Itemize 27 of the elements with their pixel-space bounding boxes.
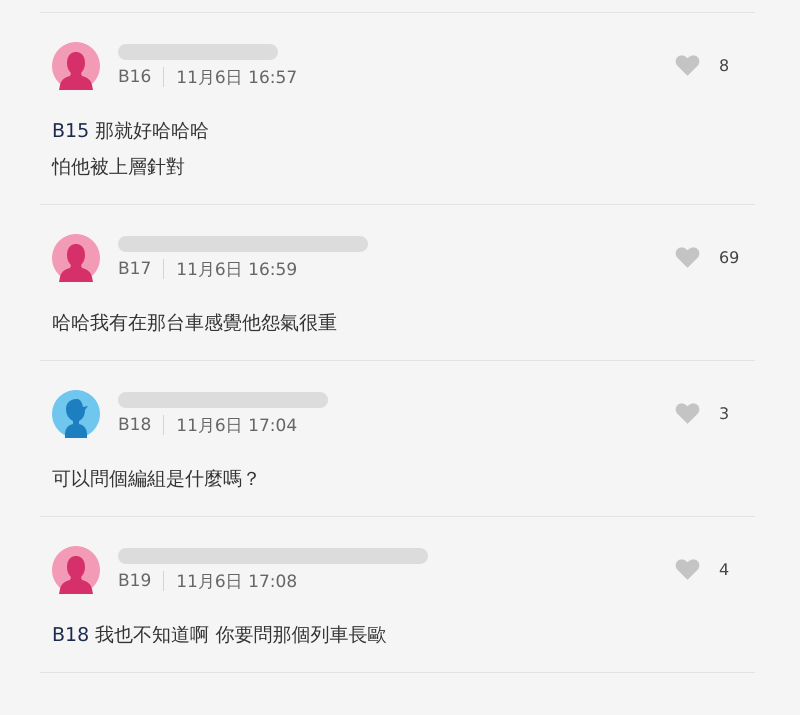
avatar (52, 390, 100, 438)
post-time: 11月6日 17:08 (176, 570, 298, 592)
like-count: 69 (719, 248, 740, 266)
heart-icon[interactable] (675, 558, 700, 580)
avatar (52, 546, 100, 594)
floor-mention[interactable]: B15 (52, 120, 90, 142)
floor-number: B16 (118, 67, 152, 87)
avatar (52, 234, 100, 282)
post-time: 11月6日 16:59 (176, 258, 298, 280)
floor-mention[interactable]: B18 (52, 624, 90, 646)
comment-text: 怕他被上層針對 (52, 156, 185, 178)
like-count: 8 (719, 56, 730, 74)
floor-number: B18 (118, 415, 152, 435)
heart-icon[interactable] (675, 54, 700, 76)
like-count: 4 (719, 560, 730, 578)
floor-number: B19 (118, 571, 152, 591)
heart-icon[interactable] (675, 402, 700, 424)
like-count: 3 (719, 404, 730, 422)
comment-text: 哈哈我有在那台車感覺他怨氣很重 (52, 312, 337, 334)
avatar (52, 42, 100, 90)
comment-text: 那就好哈哈哈 (95, 120, 210, 142)
post-time: 11月6日 17:04 (176, 414, 298, 436)
heart-icon[interactable] (675, 246, 700, 268)
comment-text: 可以問個編組是什麼嗎？ (52, 468, 261, 490)
comment-text: 我也不知道啊 你要問那個列車長歐 (95, 624, 386, 646)
floor-number: B17 (118, 259, 152, 279)
post-time: 11月6日 16:57 (176, 66, 298, 88)
